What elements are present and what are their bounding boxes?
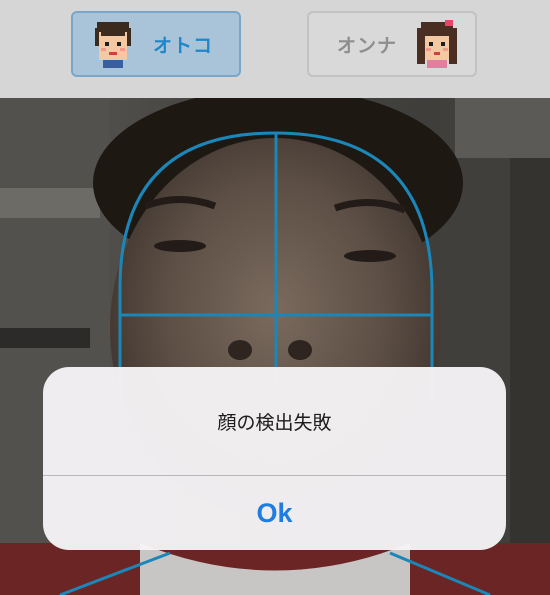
male-label: オトコ [153,34,214,57]
face-detection-failed-alert: 顔の検出失敗 Ok [43,367,506,550]
gender-selector-bar: オトコ オンナ [0,0,550,98]
female-button[interactable]: オンナ [307,11,477,77]
female-label: オンナ [337,34,398,57]
male-button[interactable]: オトコ [71,11,241,77]
alert-message: 顔の検出失敗 [217,411,332,434]
face-scan-screen: オトコ オンナ 顔の検出失敗 Ok [0,0,550,595]
boy-avatar-icon [95,22,131,68]
ok-button[interactable]: Ok [43,476,506,550]
girl-avatar-icon [417,20,457,68]
